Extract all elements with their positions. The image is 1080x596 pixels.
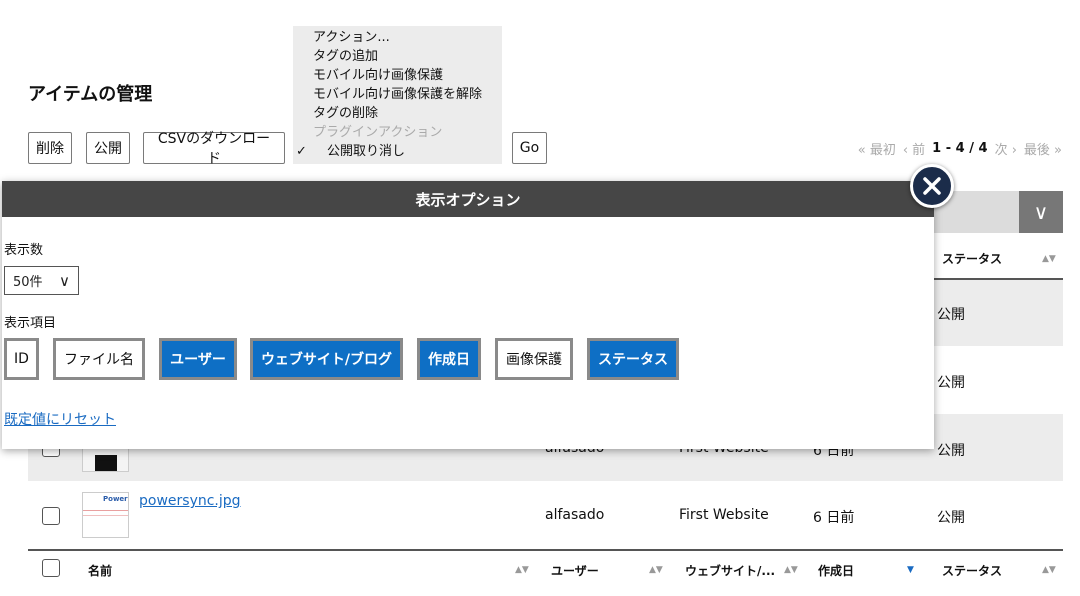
action-option-mobile-protect[interactable]: モバイル向け画像保護 [293,66,502,85]
status-cell: 公開 [937,375,965,391]
action-option-unpublish[interactable]: ✓ 公開取り消し [293,142,502,161]
action-option-group-plugin: プラグインアクション [313,125,443,140]
action-dropdown-menu[interactable]: アクション... タグの追加 モバイル向け画像保護 モバイル向け画像保護を解除 … [293,26,502,164]
created-date-cell: 6 日前 [813,510,855,526]
row-checkbox[interactable] [42,507,60,525]
column-toggle-status[interactable]: ステータス [587,338,679,380]
sort-icon[interactable]: ▲▼ [1042,254,1056,264]
asset-listing-page: アイテムの管理 アクション... タグの追加 モバイル向け画像保護 モバイル向け… [0,0,1080,596]
pager-first-link[interactable]: « 最初 [858,139,896,158]
pager-prev-link[interactable]: ‹ 前 [903,139,925,158]
sort-icon[interactable]: ▲▼ [1042,565,1056,575]
thumbnail-text: PowerC [103,495,128,503]
count-value: 50件 [13,275,43,290]
publish-button[interactable]: 公開 [86,132,130,164]
panel-title: 表示オプション [2,181,934,217]
column-toggle-website[interactable]: ウェブサイト/ブログ [250,338,403,380]
thumbnail-image[interactable]: PowerC [82,492,129,538]
delete-button[interactable]: 削除 [28,132,72,164]
action-option-add-tags[interactable]: タグの追加 [293,47,502,66]
website-cell: First Website [679,507,769,523]
column-header-name[interactable]: 名前 [88,562,112,579]
check-icon: ✓ [296,144,307,159]
close-icon[interactable] [910,164,954,208]
reset-defaults-link[interactable]: 既定値にリセット [4,409,116,429]
sort-desc-icon[interactable]: ▼ [907,565,914,575]
action-option-label: 公開取り消し [327,144,406,159]
pager-last-link[interactable]: 最後 » [1024,139,1062,158]
column-toggle-id[interactable]: ID [4,338,39,380]
column-toggle-image-protect[interactable]: 画像保護 [495,338,573,380]
column-toggle-user[interactable]: ユーザー [159,338,237,380]
chevron-down-icon: ∨ [59,271,70,290]
items-label: 表示項目 [4,316,57,331]
display-options-panel: 表示オプション 表示数 50件 ∨ 表示項目 ID ファイル名 ユーザー ウェブ… [2,181,934,449]
go-button[interactable]: Go [512,132,547,164]
csv-download-button[interactable]: CSVのダウンロード [143,131,285,167]
action-option-remove-tags[interactable]: タグの削除 [293,104,502,123]
sort-icon[interactable]: ▲▼ [784,565,798,575]
pager-next-link[interactable]: 次 › [995,139,1017,158]
column-toggle-filename[interactable]: ファイル名 [53,338,145,380]
divider [28,549,1063,551]
column-toggle-created[interactable]: 作成日 [417,338,481,380]
count-select[interactable]: 50件 ∨ [4,266,79,295]
column-header-status[interactable]: ステータス [942,250,1002,267]
file-name-link[interactable]: powersync.jpg [139,493,241,509]
page-title: アイテムの管理 [28,84,153,105]
status-cell: 公開 [937,510,965,526]
status-cell: 公開 [937,443,965,459]
thumbnail-line [83,510,128,511]
lock-icon [95,455,117,471]
thumbnail-line [83,515,128,516]
user-cell: alfasado [545,507,605,523]
column-header-user[interactable]: ユーザー [551,562,599,579]
column-header-status[interactable]: ステータス [942,562,1002,579]
file-name-label[interactable]: powersync.jpg [139,493,241,509]
status-cell: 公開 [937,307,965,323]
select-all-checkbox[interactable] [42,559,60,577]
sort-icon[interactable]: ▲▼ [515,565,529,575]
sort-icon[interactable]: ▲▼ [649,565,663,575]
chevron-down-icon[interactable]: ∨ [1019,191,1063,233]
table-row[interactable]: PowerC powersync.jpg alfasado First Webs… [28,481,1063,549]
pagination: « 最初 ‹ 前 1 - 4 / 4 次 › 最後 » [858,139,1062,158]
action-option-mobile-unprotect[interactable]: モバイル向け画像保護を解除 [293,85,502,104]
column-header-website[interactable]: ウェブサイト/... [685,562,775,579]
column-header-created[interactable]: 作成日 [818,562,854,579]
pager-range: 1 - 4 / 4 [932,141,988,156]
action-option-default[interactable]: アクション... [293,28,502,47]
count-label: 表示数 [4,243,44,258]
